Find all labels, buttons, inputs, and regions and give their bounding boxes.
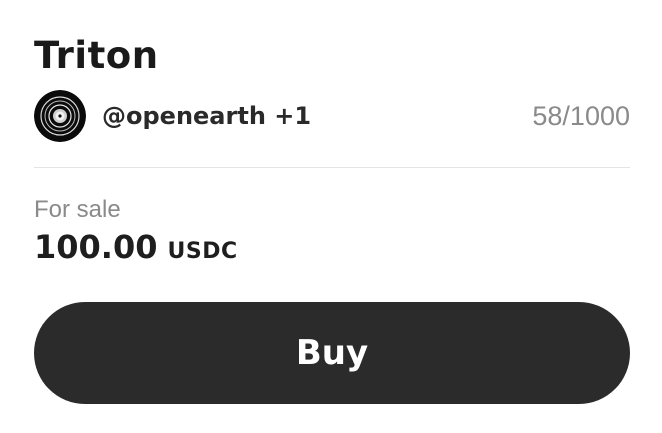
- sale-status-label: For sale: [34, 196, 121, 223]
- creator-row: @openearth +1 58/1000: [34, 90, 630, 142]
- divider: [34, 167, 630, 168]
- price-currency: USDC: [167, 239, 238, 264]
- price-value: 100.00: [34, 228, 158, 266]
- nft-sale-card: Triton @openearth +1 58/1000 For sale 10…: [0, 0, 662, 433]
- edition-count: 58/1000: [532, 100, 630, 131]
- item-title: Triton: [34, 34, 159, 77]
- creator-name[interactable]: @openearth +1: [102, 102, 311, 130]
- buy-button[interactable]: Buy: [34, 302, 630, 404]
- vinyl-record-icon[interactable]: [34, 90, 86, 142]
- price: 100.00 USDC: [34, 228, 238, 266]
